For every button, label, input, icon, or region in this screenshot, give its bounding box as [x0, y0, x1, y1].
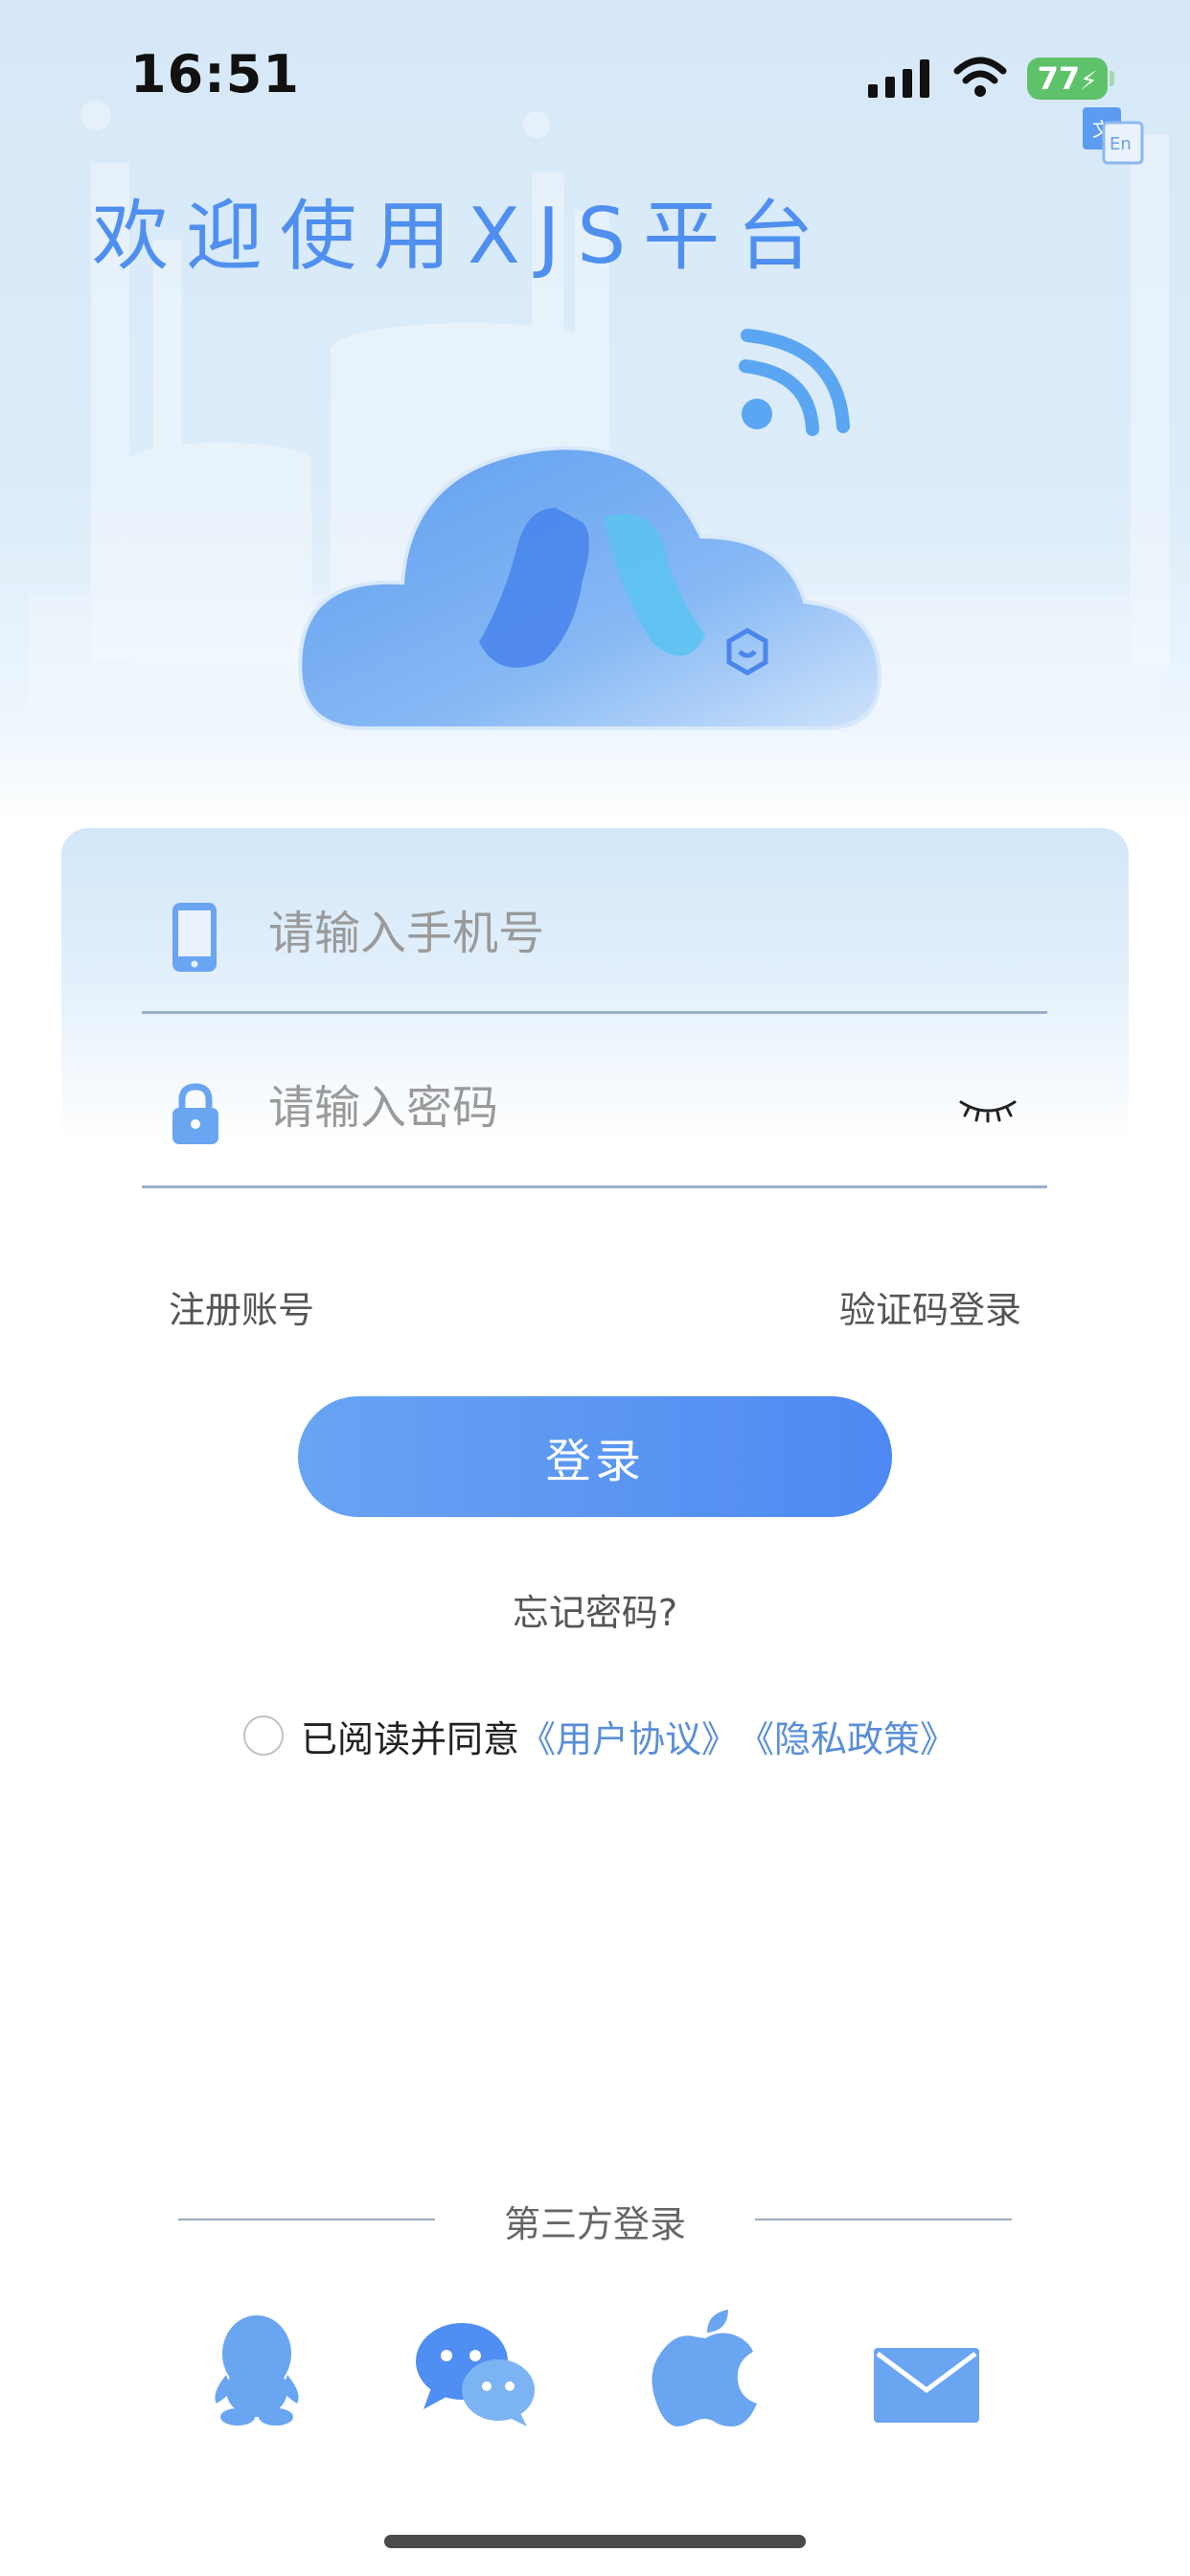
qq-icon[interactable] — [209, 2313, 305, 2426]
register-link[interactable]: 注册账号 — [169, 1280, 314, 1333]
third-party-title: 第三方登录 — [503, 2203, 686, 2245]
password-field-row — [142, 1035, 1047, 1188]
login-button[interactable]: 登录 — [298, 1396, 892, 1517]
status-time: 16:51 — [130, 44, 300, 104]
privacy-policy-link[interactable]: 《隐私政策》 — [738, 1710, 956, 1762]
wifi-icon — [953, 57, 1007, 97]
phone-field-row — [142, 861, 1047, 1014]
cloud-logo-icon — [298, 329, 882, 730]
signal-icon — [868, 59, 929, 98]
email-icon[interactable] — [872, 2346, 981, 2425]
home-indicator — [384, 2535, 806, 2548]
agreement-text: 已阅读并同意 — [301, 1717, 520, 1760]
battery-charging-icon: 77⚡ — [1027, 58, 1108, 100]
svg-text:En: En — [1110, 134, 1132, 154]
sms-login-link[interactable]: 验证码登录 — [839, 1280, 1021, 1333]
password-field-underline — [142, 1185, 1047, 1188]
user-agreement-link[interactable]: 《用户协议》 — [519, 1710, 738, 1762]
wechat-icon[interactable] — [414, 2321, 538, 2428]
phone-input[interactable] — [266, 861, 922, 1006]
agreement-checkbox[interactable] — [243, 1715, 284, 1756]
language-switch-icon[interactable]: 文 En — [1081, 105, 1146, 167]
apple-icon[interactable] — [652, 2310, 759, 2428]
forgot-password-link[interactable]: 忘记密码? — [0, 1583, 1190, 1636]
eye-closed-icon[interactable] — [957, 1094, 1018, 1123]
battery-cap — [1110, 71, 1114, 86]
welcome-title: 欢迎使用XJS平台 — [92, 192, 832, 281]
phone-icon — [172, 903, 217, 972]
password-input[interactable] — [266, 1035, 922, 1181]
battery-level: 77 — [1037, 60, 1081, 97]
lock-icon — [172, 1083, 218, 1144]
agreement-row: 已阅读并同意 《用户协议》 《隐私政策》 — [243, 1712, 956, 1760]
third-party-divider-right — [755, 2219, 1012, 2220]
phone-field-underline — [142, 1011, 1047, 1014]
